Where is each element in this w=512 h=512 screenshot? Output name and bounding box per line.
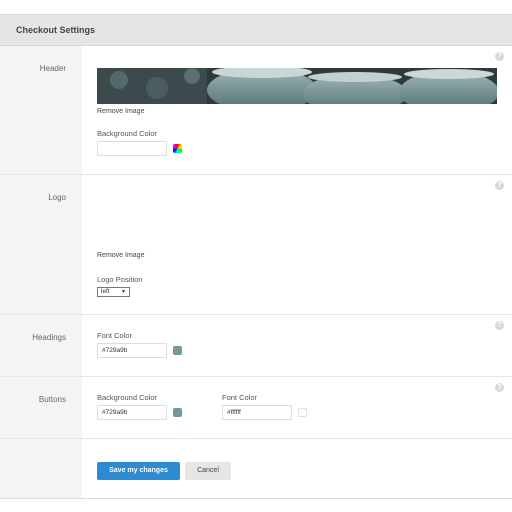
cancel-button[interactable]: Cancel: [185, 462, 231, 480]
label-column: Buttons: [0, 377, 82, 438]
header-image: [97, 68, 497, 104]
help-icon[interactable]: ?: [495, 383, 504, 392]
actions-row: [0, 438, 512, 498]
buttons-bg-color-label: Background Color: [97, 393, 158, 402]
header-image-graphic: [97, 68, 497, 104]
label-column: Header: [0, 46, 82, 174]
logo-position-label: Logo Position: [97, 275, 143, 284]
header-remove-image-link[interactable]: Remove Image: [97, 108, 144, 115]
logo-position-select[interactable]: left ▼: [97, 287, 130, 297]
headings-color-swatch[interactable]: [173, 346, 182, 355]
buttons-bg-color-input[interactable]: #729a9b: [97, 405, 167, 420]
buttons-bg-color-swatch[interactable]: [173, 408, 182, 417]
color-wheel-icon[interactable]: [173, 144, 182, 153]
logo-remove-image-link[interactable]: Remove Image: [97, 252, 144, 259]
buttons-font-color-input[interactable]: #ffffff: [222, 405, 292, 420]
headings-font-color-input[interactable]: #729a9b: [97, 343, 167, 358]
panel-header: Checkout Settings: [0, 14, 512, 46]
logo-row: Logo ?: [0, 174, 512, 314]
header-row: Header ?: [0, 46, 512, 174]
panel-title: Checkout Settings: [16, 25, 96, 35]
help-icon[interactable]: ?: [495, 52, 504, 61]
label-column: Logo: [0, 175, 82, 314]
save-button[interactable]: Save my changes: [97, 462, 180, 480]
help-icon[interactable]: ?: [495, 321, 504, 330]
help-icon[interactable]: ?: [495, 181, 504, 190]
logo-position-value: left: [101, 288, 110, 295]
buttons-label: Buttons: [38, 395, 66, 404]
header-bg-color-input[interactable]: [97, 141, 167, 156]
label-column: [0, 439, 82, 498]
header-label: Header: [39, 64, 66, 73]
logo-label: Logo: [48, 193, 66, 202]
buttons-font-color-swatch[interactable]: [298, 408, 307, 417]
header-bg-color-label: Background Color: [97, 129, 158, 138]
checkout-settings-panel: Checkout Settings Header ? Remove Image …: [0, 14, 512, 499]
label-column: Headings: [0, 315, 82, 376]
headings-row: Headings ?: [0, 314, 512, 376]
chevron-down-icon: ▼: [121, 289, 126, 295]
buttons-font-color-label: Font Color: [222, 393, 258, 402]
headings-label: Headings: [32, 333, 66, 342]
headings-font-color-label: Font Color: [97, 331, 133, 340]
